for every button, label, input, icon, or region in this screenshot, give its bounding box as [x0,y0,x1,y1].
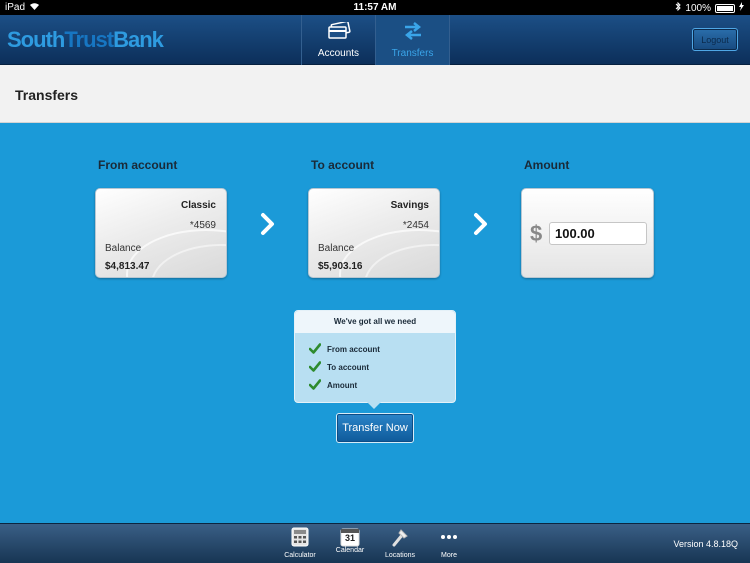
from-account-name: Classic [180,200,216,211]
status-bar: iPad 11:57 AM 100% [0,0,750,15]
header: SouthTrustBank Accounts Transfers Logout [0,15,750,65]
toolbar-calculator[interactable]: Calculator [275,527,325,559]
checkmark-icon [308,379,322,392]
ready-checklist: We've got all we need From account To ac… [294,310,456,409]
popover-tail [367,402,381,409]
checklist-item-label: To account [327,363,370,372]
logo-part-bank: Bank [113,27,164,52]
chevron-right-icon [259,212,277,236]
from-balance-label: Balance [105,243,142,254]
toolbar-locations[interactable]: Locations [375,527,425,559]
to-balance-label: Balance [318,243,355,254]
bottom-toolbar: Calculator 31 Calendar Locations More Ve… [0,523,750,563]
calendar-icon: 31 [340,527,360,547]
checklist-title: We've got all we need [295,311,455,333]
toolbar-calendar[interactable]: 31 Calendar [325,527,375,554]
currency-symbol: $ [530,221,543,246]
checklist-item-label: Amount [327,381,358,390]
tab-transfers[interactable]: Transfers [376,15,450,65]
main-tabs: Accounts Transfers [301,15,450,65]
to-account-label: To account [311,158,375,172]
transfer-now-button[interactable]: Transfer Now [336,413,414,443]
checklist-item: Amount [308,379,358,392]
app-version: Version 4.8.18Q [673,539,738,549]
checklist-item: From account [308,343,380,356]
bank-logo: SouthTrustBank [7,27,164,53]
checkmark-icon [308,361,322,374]
battery-icon [715,3,735,13]
toolbar-calculator-label: Calculator [284,552,316,559]
checkmark-icon [308,343,322,356]
calendar-day: 31 [344,533,355,543]
logo-part-trust: Trust [64,27,114,52]
toolbar-calendar-label: Calendar [335,547,365,554]
chevron-right-icon [472,212,490,236]
transfer-arrows-icon [403,22,423,48]
calculator-icon [291,527,309,552]
amount-label: Amount [524,158,570,172]
tab-accounts-label: Accounts [317,48,360,59]
from-account-label: From account [98,158,178,172]
logo-part-south: South [7,27,65,52]
to-balance-value: $5,903.16 [318,261,363,272]
checklist-item: To account [308,361,370,374]
from-account-number: *4569 [189,220,216,231]
to-account-name: Savings [390,200,429,211]
amount-card: $ [521,188,654,278]
to-account-card[interactable]: Savings *2454 Balance $5,903.16 [308,188,440,278]
page-title: Transfers [15,87,79,103]
battery-percent: 100% [685,2,711,14]
location-pin-icon [390,527,410,552]
toolbar-more-label: More [441,552,457,559]
from-account-card[interactable]: Classic *4569 Balance $4,813.47 [95,188,227,278]
checklist-item-label: From account [327,345,380,354]
toolbar-more[interactable]: More [424,527,474,559]
charging-icon [739,2,744,14]
logout-button[interactable]: Logout [692,28,738,51]
tab-accounts[interactable]: Accounts [302,15,376,65]
from-balance-value: $4,813.47 [105,261,150,272]
cards-icon [327,20,351,48]
page-title-bar: Transfers [0,65,750,123]
status-time: 11:57 AM [353,2,397,13]
to-account-number: *2454 [402,220,429,231]
bluetooth-icon [675,1,682,14]
tab-transfers-label: Transfers [391,48,434,59]
more-dots-icon [439,527,459,552]
amount-input[interactable] [549,222,647,245]
toolbar-locations-label: Locations [385,552,415,559]
